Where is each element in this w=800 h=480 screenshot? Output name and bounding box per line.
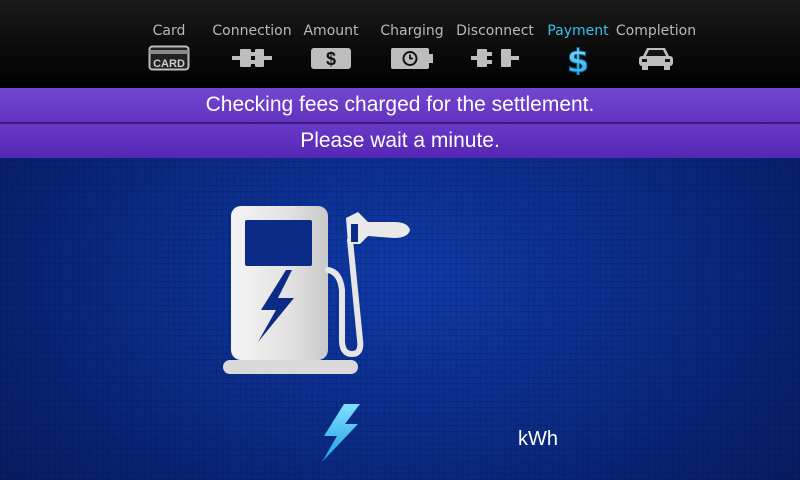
energy-unit-label: kWh xyxy=(518,428,558,450)
step-card: Card CARD xyxy=(125,22,213,82)
step-label-charging: Charging xyxy=(380,23,444,39)
step-label-payment: Payment xyxy=(547,23,609,39)
plug-connect-icon xyxy=(232,45,272,75)
charging-screen: Card CARD Connection Amount $ Charging D… xyxy=(0,0,800,480)
step-label-card: Card xyxy=(152,23,186,39)
step-completion: Completion xyxy=(612,22,700,82)
status-message-line2: Please wait a minute. xyxy=(0,124,800,158)
step-label-disconnect: Disconnect xyxy=(456,23,534,39)
step-label-completion: Completion xyxy=(615,23,697,39)
status-message-line1: Checking fees charged for the settlement… xyxy=(0,88,800,122)
dollar-sign-icon: $ xyxy=(561,42,595,81)
dollar-bill-icon: $ xyxy=(310,45,352,75)
battery-clock-icon xyxy=(390,45,434,75)
step-amount: Amount $ xyxy=(287,22,375,82)
plug-disconnect-icon xyxy=(471,45,519,75)
card-icon-text: CARD xyxy=(153,58,185,70)
charging-station-icon xyxy=(218,200,418,384)
step-disconnect: Disconnect xyxy=(451,22,539,82)
svg-text:$: $ xyxy=(326,49,336,69)
step-progress-bar: Card CARD Connection Amount $ Charging D… xyxy=(0,0,800,89)
lightning-bolt-icon xyxy=(318,402,364,468)
svg-text:$: $ xyxy=(567,45,589,75)
step-connection: Connection xyxy=(208,22,296,82)
step-label-connection: Connection xyxy=(212,23,292,39)
step-label-amount: Amount xyxy=(303,23,359,39)
step-payment: Payment $ xyxy=(534,22,622,82)
card-icon: CARD xyxy=(148,45,190,75)
car-icon xyxy=(637,45,675,75)
step-charging: Charging xyxy=(368,22,456,82)
